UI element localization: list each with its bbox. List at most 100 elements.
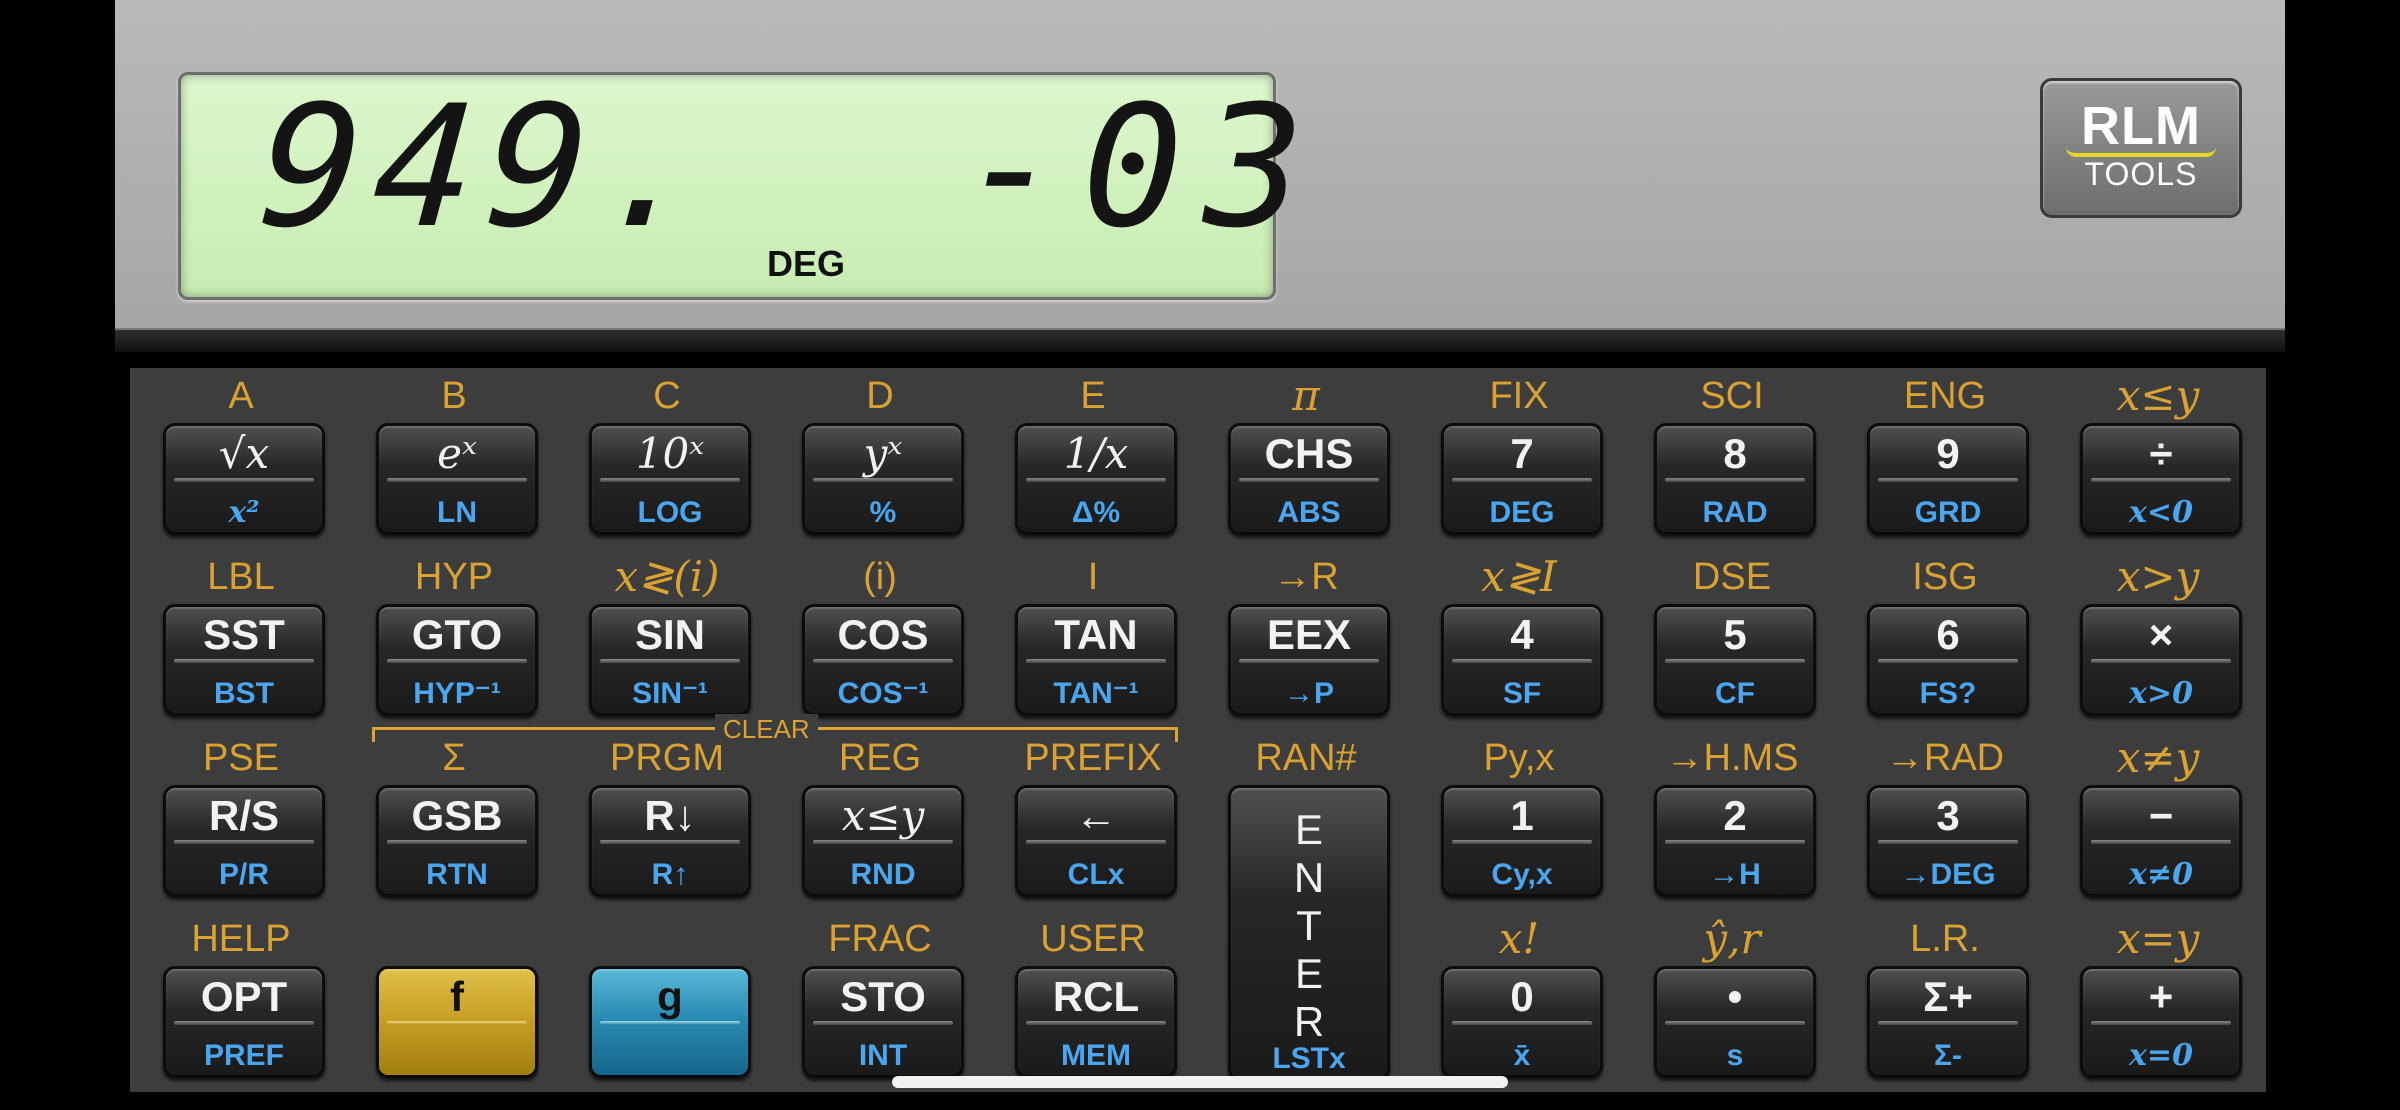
angle-mode-indicator: DEG bbox=[767, 243, 846, 284]
key-r1c7-button[interactable]: 7 DEG bbox=[1441, 423, 1603, 535]
key-r3c4-button[interactable]: x≤y RND bbox=[802, 785, 964, 897]
key-r4c7-button[interactable]: 0 x̄ bbox=[1441, 966, 1603, 1078]
key-main-label: ← bbox=[1075, 792, 1117, 839]
shift-f-label: C bbox=[653, 375, 681, 417]
key-r1c2-button[interactable]: eˣ LN bbox=[376, 423, 538, 535]
key-main-label: eˣ bbox=[437, 429, 477, 478]
f-shift-button[interactable]: f bbox=[376, 966, 538, 1078]
shift-g-label: CLx bbox=[1067, 858, 1125, 891]
key-main-label: 10ˣ bbox=[635, 429, 705, 478]
key-main-label: x≤y bbox=[841, 791, 925, 840]
key-main-label: TAN bbox=[1054, 611, 1138, 658]
key-r3c10-button[interactable]: − x≠0 bbox=[2080, 785, 2242, 897]
shift-g-label: Cy,x bbox=[1491, 858, 1553, 891]
key-r2c9-button[interactable]: 6 FS? bbox=[1867, 604, 2029, 716]
shift-f-label: x=y bbox=[2116, 914, 2200, 963]
key-r3c2-button[interactable]: GSB RTN bbox=[376, 785, 538, 897]
key-r2c10-button[interactable]: × x>0 bbox=[2080, 604, 2242, 716]
shift-f-label: FIX bbox=[1489, 375, 1549, 417]
key-main-label: GTO bbox=[411, 611, 503, 658]
key-r2c1-button[interactable]: SST BST bbox=[163, 604, 325, 716]
shift-g-label: RND bbox=[850, 858, 916, 891]
key-r3c1-button[interactable]: R/S P/R bbox=[163, 785, 325, 897]
rlm-tools-logo-button[interactable]: RLM TOOLS bbox=[2040, 78, 2242, 218]
key-main-label: CHS bbox=[1264, 430, 1354, 477]
shift-g-label: →DEG bbox=[1900, 858, 1996, 891]
shift-f-label: →H.MS bbox=[1665, 737, 1799, 779]
key-main-label: R↓ bbox=[644, 792, 696, 839]
shift-g-label: x>0 bbox=[2129, 676, 2193, 711]
key-r1c9-button[interactable]: 9 GRD bbox=[1867, 423, 2029, 535]
key-r4c4-button[interactable]: STO INT bbox=[802, 966, 964, 1078]
key-r4c9-button[interactable]: Σ+ Σ- bbox=[1867, 966, 2029, 1078]
shift-f-label: x! bbox=[1498, 914, 1540, 963]
key-main-label: 9 bbox=[1936, 430, 1960, 477]
key-main-label: f bbox=[450, 973, 464, 1020]
key-r2c2-button[interactable]: GTO HYP⁻¹ bbox=[376, 604, 538, 716]
key-r4c5-button[interactable]: RCL MEM bbox=[1015, 966, 1177, 1078]
key-r3c7-button[interactable]: 1 Cy,x bbox=[1441, 785, 1603, 897]
key-r2c6-button[interactable]: EEX →P bbox=[1228, 604, 1390, 716]
shift-g-label: DEG bbox=[1489, 496, 1555, 529]
shift-g-label: ABS bbox=[1277, 496, 1341, 529]
key-main-label: COS bbox=[837, 611, 929, 658]
key-r4c8-button[interactable]: • s bbox=[1654, 966, 1816, 1078]
key-r3c3-button[interactable]: R↓ R↑ bbox=[589, 785, 751, 897]
shift-f-label: ŷ,r bbox=[1703, 914, 1761, 963]
key-r1c10-button[interactable]: ÷ x<0 bbox=[2080, 423, 2242, 535]
key-main-label: 3 bbox=[1936, 792, 1960, 839]
key-main-label: GSB bbox=[411, 792, 503, 839]
key-main-label: + bbox=[2148, 973, 2174, 1020]
key-main-label: 6 bbox=[1936, 611, 1960, 658]
shift-f-label: ENG bbox=[1903, 375, 1987, 417]
key-main-label: OPT bbox=[200, 973, 288, 1020]
g-shift-button[interactable]: g bbox=[589, 966, 751, 1078]
key-r3c9-button[interactable]: 3 →DEG bbox=[1867, 785, 2029, 897]
key-main-label: STO bbox=[840, 973, 926, 1020]
shift-f-label: SCI bbox=[1700, 375, 1764, 417]
key-r3c8-button[interactable]: 2 →H bbox=[1654, 785, 1816, 897]
key-main-label: ENTER bbox=[1293, 806, 1325, 1045]
key-r2c5-button[interactable]: TAN TAN⁻¹ bbox=[1015, 604, 1177, 716]
key-r3c5-button[interactable]: ← CLx bbox=[1015, 785, 1177, 897]
key-r2c8-button[interactable]: 5 CF bbox=[1654, 604, 1816, 716]
shift-f-label: HYP bbox=[414, 556, 494, 598]
key-main-label: 8 bbox=[1723, 430, 1747, 477]
shift-f-label: FRAC bbox=[828, 918, 932, 960]
shift-f-label: ISG bbox=[1912, 556, 1978, 598]
key-main-label: SST bbox=[203, 611, 285, 658]
key-main-label: − bbox=[2148, 792, 2174, 839]
key-r1c4-button[interactable]: yˣ% bbox=[802, 423, 964, 535]
key-r1c1-button[interactable]: √x x² bbox=[163, 423, 325, 535]
shift-f-label: x≷I bbox=[1481, 552, 1557, 601]
key-main-label: × bbox=[2148, 611, 2174, 658]
logo-line2: TOOLS bbox=[2084, 156, 2198, 192]
key-r1c5-button[interactable]: 1/x Δ% bbox=[1015, 423, 1177, 535]
logo-line1: RLM bbox=[2081, 96, 2201, 156]
key-r4c10-button[interactable]: + x=0 bbox=[2080, 966, 2242, 1078]
key-main-label: 2 bbox=[1723, 792, 1747, 839]
key-r2c4-button[interactable]: COS COS⁻¹ bbox=[802, 604, 964, 716]
shift-f-label: L.R. bbox=[1910, 918, 1980, 960]
shift-g-label: x=0 bbox=[2129, 1038, 2193, 1073]
key-r2c3-button[interactable]: SIN SIN⁻¹ bbox=[589, 604, 751, 716]
shift-f-label: E bbox=[1080, 375, 1106, 417]
shift-g-label: CF bbox=[1715, 677, 1755, 710]
shift-g-label: P/R bbox=[218, 858, 269, 891]
key-main-label: 5 bbox=[1723, 611, 1747, 658]
shift-g-label: TAN⁻¹ bbox=[1053, 677, 1139, 710]
home-indicator[interactable] bbox=[892, 1076, 1508, 1088]
shift-g-label: FS? bbox=[1919, 677, 1977, 710]
key-main-label: 1/x bbox=[1063, 429, 1129, 478]
shift-g-label: Σ- bbox=[1934, 1039, 1962, 1072]
key-main-label: yˣ bbox=[863, 429, 903, 478]
key-r4c1-button[interactable]: OPT PREF bbox=[163, 966, 325, 1078]
key-r1c8-button[interactable]: 8 RAD bbox=[1654, 423, 1816, 535]
enter-button[interactable]: E N T E R LSTx bbox=[1228, 785, 1390, 1081]
key-r2c7-button[interactable]: 4 SF bbox=[1441, 604, 1603, 716]
key-r1c6-button[interactable]: CHS ABS bbox=[1228, 423, 1390, 535]
key-r1c3-button[interactable]: 10ˣ LOG bbox=[589, 423, 751, 535]
shift-f-label: LBL bbox=[207, 556, 275, 598]
shift-f-label: USER bbox=[1040, 918, 1146, 960]
top-divider bbox=[115, 328, 2285, 352]
